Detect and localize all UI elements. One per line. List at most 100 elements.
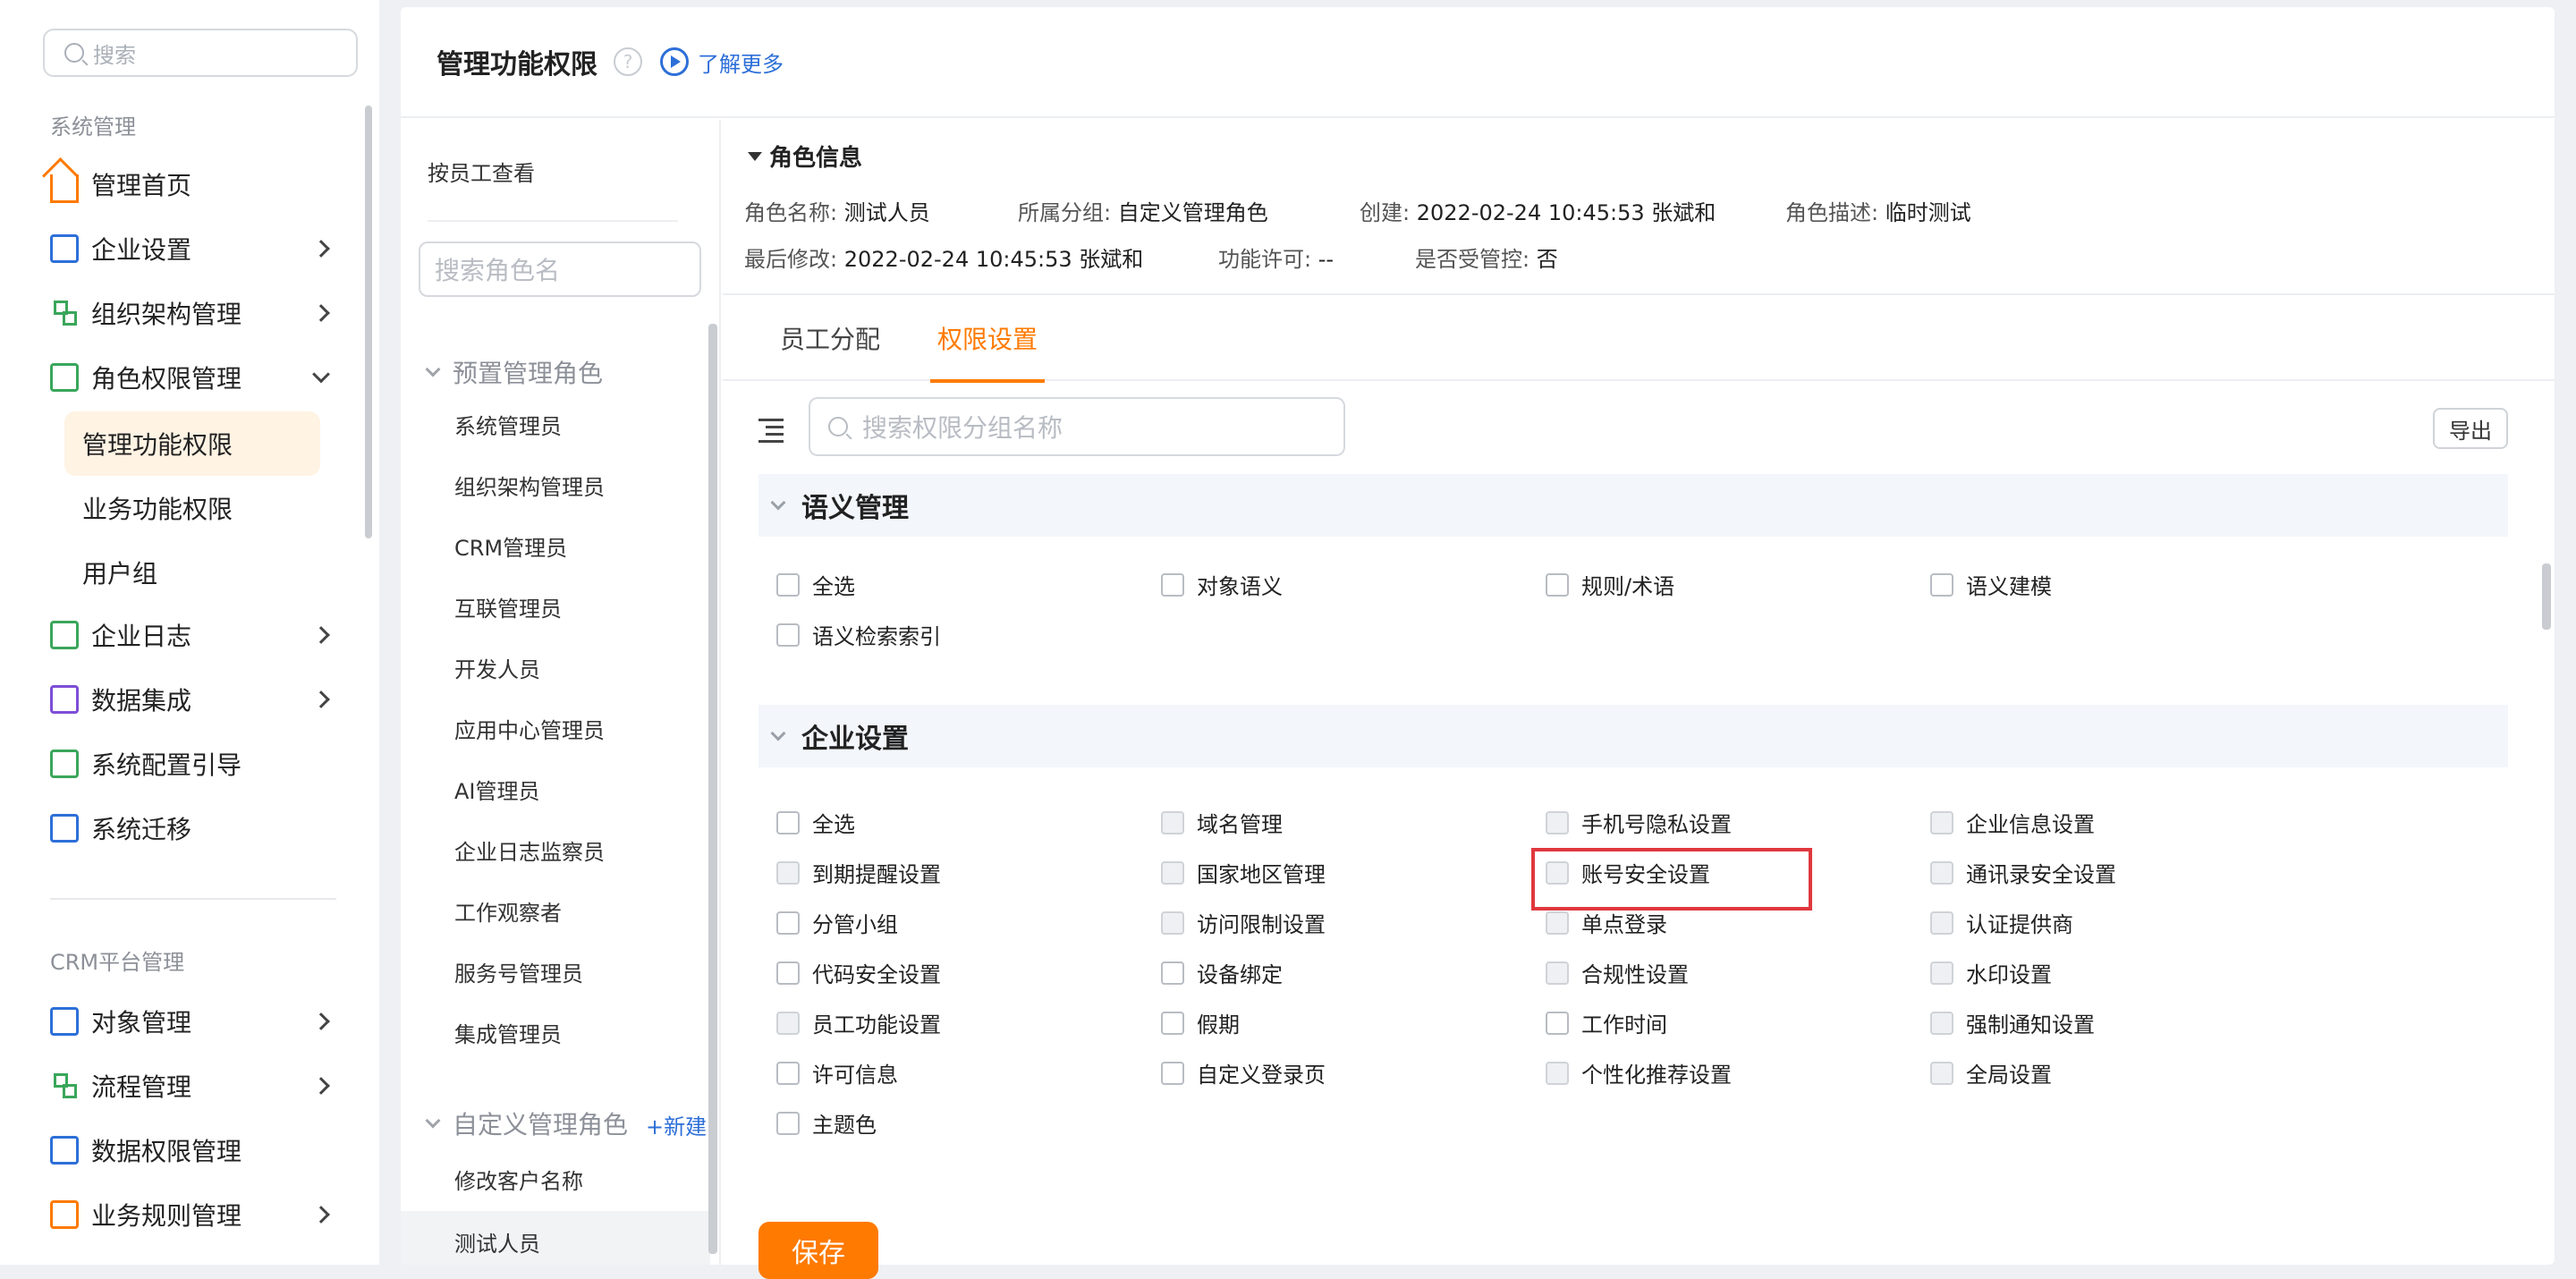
section-enterprise-settings[interactable]: 企业设置 xyxy=(758,705,2508,767)
role-item[interactable]: 应用中心管理员 xyxy=(401,698,710,758)
checkbox-permission[interactable]: 假期 xyxy=(1161,1007,1240,1038)
checkbox-box[interactable] xyxy=(1161,860,1184,885)
sidebar-item-enterprise-log[interactable]: 企业日志 xyxy=(50,610,330,660)
checkbox-permission[interactable]: 设备绑定 xyxy=(1161,957,1283,988)
section-semantic-management[interactable]: 语义管理 xyxy=(758,474,2508,537)
checkbox-box[interactable] xyxy=(1161,911,1184,935)
role-item[interactable]: 开发人员 xyxy=(401,637,710,698)
preset-roles-group[interactable]: 预置管理角色 xyxy=(425,354,603,390)
checkbox-permission[interactable]: 语义检索索引 xyxy=(776,619,941,650)
checkbox-box[interactable] xyxy=(776,572,800,597)
sidebar-item-process-management[interactable]: 流程管理 xyxy=(50,1061,330,1111)
checkbox-permission[interactable]: 到期提醒设置 xyxy=(776,857,941,888)
sidebar-item-home[interactable]: 管理首页 xyxy=(50,159,327,209)
checkbox-box[interactable] xyxy=(1546,1011,1569,1035)
sidebar-item-object-management[interactable]: 对象管理 xyxy=(50,996,330,1046)
checkbox-box[interactable] xyxy=(1161,1061,1184,1085)
sidebar-item-data-integration[interactable]: 数据集成 xyxy=(50,674,330,724)
collapse-tree-icon[interactable] xyxy=(758,419,784,443)
role-item[interactable]: 服务号管理员 xyxy=(401,941,710,1002)
checkbox-box[interactable] xyxy=(1161,1011,1184,1035)
checkbox-box[interactable] xyxy=(776,1061,800,1085)
sidebar-item-data-permissions[interactable]: 数据权限管理 xyxy=(50,1125,327,1175)
checkbox-permission[interactable]: 分管小组 xyxy=(776,907,898,938)
help-icon[interactable]: ? xyxy=(614,47,642,76)
checkbox-select-all[interactable]: 全选 xyxy=(776,807,855,838)
checkbox-permission[interactable]: 员工功能设置 xyxy=(776,1007,941,1038)
sidebar-subitem-admin-function-permissions[interactable]: 管理功能权限 xyxy=(64,411,320,476)
checkbox-box[interactable] xyxy=(1930,810,1953,834)
checkbox-permission[interactable]: 手机号隐私设置 xyxy=(1546,807,1732,838)
tab-employee-assignment[interactable]: 员工分配 xyxy=(780,295,880,381)
checkbox-permission[interactable]: 水印设置 xyxy=(1930,957,2052,988)
checkbox-box[interactable] xyxy=(1546,810,1569,834)
new-role-button[interactable]: +新建 xyxy=(646,1109,707,1140)
role-item[interactable]: 组织架构管理员 xyxy=(401,454,710,515)
save-button[interactable]: 保存 xyxy=(758,1222,878,1279)
checkbox-box[interactable] xyxy=(1161,961,1184,985)
checkbox-permission[interactable]: 工作时间 xyxy=(1546,1007,1667,1038)
checkbox-permission[interactable]: 通讯录安全设置 xyxy=(1930,857,2116,888)
role-item[interactable]: AI管理员 xyxy=(401,758,710,819)
role-info-title[interactable]: 角色信息 xyxy=(748,140,862,173)
checkbox-box[interactable] xyxy=(1546,961,1569,985)
sidebar-item-role-permissions[interactable]: 角色权限管理 xyxy=(50,352,330,402)
checkbox-permission[interactable]: 强制通知设置 xyxy=(1930,1007,2095,1038)
checkbox-permission[interactable]: 单点登录 xyxy=(1546,907,1667,938)
view-by-employee-link[interactable]: 按员工查看 xyxy=(428,156,535,187)
role-list-scrollbar[interactable] xyxy=(708,324,717,1254)
checkbox-permission[interactable]: 自定义登录页 xyxy=(1161,1057,1326,1088)
sidebar-item-business-rules[interactable]: 业务规则管理 xyxy=(50,1190,330,1240)
checkbox-box[interactable] xyxy=(776,911,800,935)
checkbox-permission[interactable]: 个性化推荐设置 xyxy=(1546,1057,1732,1088)
custom-roles-group[interactable]: 自定义管理角色 xyxy=(425,1105,628,1141)
checkbox-box[interactable] xyxy=(1161,572,1184,597)
checkbox-box[interactable] xyxy=(1930,911,1953,935)
checkbox-box[interactable] xyxy=(1161,810,1184,834)
checkbox-permission[interactable]: 代码安全设置 xyxy=(776,957,941,988)
checkbox-box[interactable] xyxy=(1930,860,1953,885)
checkbox-permission[interactable]: 合规性设置 xyxy=(1546,957,1689,988)
checkbox-box[interactable] xyxy=(1546,572,1569,597)
sidebar-item-org-structure[interactable]: 组织架构管理 xyxy=(50,288,330,338)
checkbox-permission[interactable]: 语义建模 xyxy=(1930,569,2052,600)
checkbox-permission[interactable]: 域名管理 xyxy=(1161,807,1283,838)
checkbox-permission[interactable]: 对象语义 xyxy=(1161,569,1283,600)
tab-permission-settings[interactable]: 权限设置 xyxy=(929,295,1046,383)
role-item-selected[interactable]: 测试人员 xyxy=(401,1211,710,1265)
checkbox-box[interactable] xyxy=(776,810,800,834)
checkbox-permission[interactable]: 主题色 xyxy=(776,1107,877,1139)
checkbox-box[interactable] xyxy=(1930,1011,1953,1035)
content-scrollbar[interactable] xyxy=(2542,563,2551,630)
checkbox-box[interactable] xyxy=(776,1011,800,1035)
checkbox-box[interactable] xyxy=(1546,1061,1569,1085)
sidebar-item-config-guide[interactable]: 系统配置引导 xyxy=(50,739,327,789)
checkbox-select-all[interactable]: 全选 xyxy=(776,569,855,600)
role-item[interactable]: 修改客户名称 xyxy=(401,1148,710,1209)
checkbox-box[interactable] xyxy=(776,961,800,985)
checkbox-permission[interactable]: 访问限制设置 xyxy=(1161,907,1326,938)
sidebar-subitem-business-function-permissions[interactable]: 业务功能权限 xyxy=(64,476,320,540)
checkbox-permission[interactable]: 认证提供商 xyxy=(1930,907,2073,938)
sidebar-subitem-user-groups[interactable]: 用户组 xyxy=(64,540,320,605)
checkbox-box[interactable] xyxy=(1930,572,1953,597)
permission-search-input[interactable]: 搜索权限分组名称 xyxy=(809,397,1345,456)
role-item[interactable]: 工作观察者 xyxy=(401,880,710,941)
export-button[interactable]: 导出 xyxy=(2433,408,2508,449)
checkbox-permission[interactable]: 企业信息设置 xyxy=(1930,807,2095,838)
sidebar-search-input[interactable]: 搜索 xyxy=(43,29,358,77)
role-item[interactable]: 集成管理员 xyxy=(401,1002,710,1063)
checkbox-box[interactable] xyxy=(776,1111,800,1135)
role-search-input[interactable]: 搜索角色名 xyxy=(419,241,701,297)
checkbox-permission[interactable]: 规则/术语 xyxy=(1546,569,1674,600)
checkbox-box[interactable] xyxy=(1930,961,1953,985)
sidebar-item-system-migration[interactable]: 系统迁移 xyxy=(50,803,327,853)
learn-more-link[interactable]: 了解更多 xyxy=(660,47,784,78)
checkbox-permission[interactable]: 许可信息 xyxy=(776,1057,898,1088)
checkbox-box[interactable] xyxy=(1930,1061,1953,1085)
sidebar-item-enterprise-settings[interactable]: 企业设置 xyxy=(50,224,330,274)
sidebar-scrollbar[interactable] xyxy=(365,106,372,538)
checkbox-country-region-management[interactable]: 国家地区管理 xyxy=(1161,857,1326,888)
role-item[interactable]: 互联管理员 xyxy=(401,576,710,637)
checkbox-box[interactable] xyxy=(1546,911,1569,935)
